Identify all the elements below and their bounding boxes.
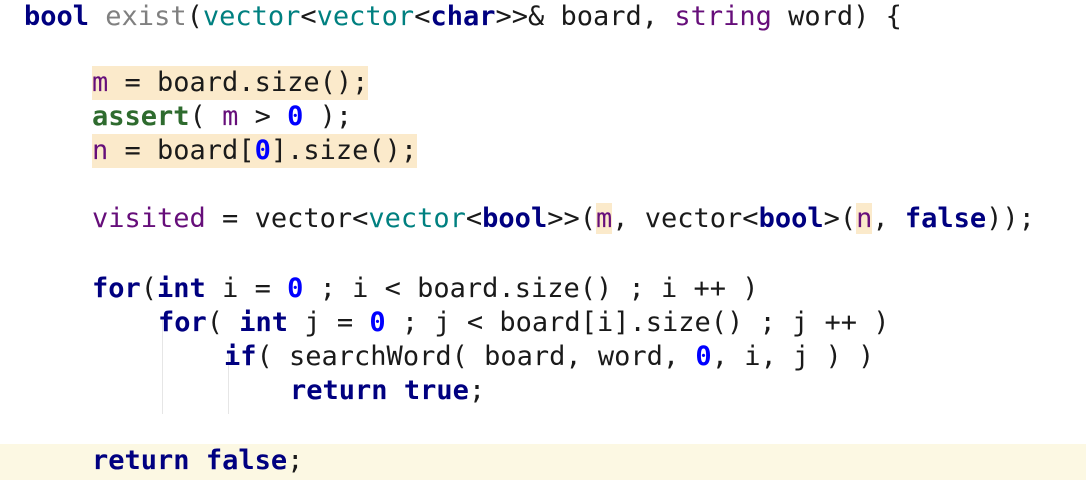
code-token: >>(	[547, 203, 596, 234]
code-token: vector	[368, 203, 466, 234]
code-token: <	[465, 203, 483, 234]
code-token: 0	[695, 341, 712, 372]
code-token: false	[904, 203, 987, 234]
code-token: , vector<	[612, 203, 759, 234]
code-token: );	[303, 101, 353, 132]
code-token: vector	[202, 1, 301, 32]
code-token: ( searchWord( board, word,	[256, 341, 696, 372]
code-token: bool	[482, 203, 548, 234]
code-token: (	[186, 1, 203, 32]
code-token: ));	[986, 203, 1035, 234]
code-token: i =	[205, 273, 288, 304]
code-editor[interactable]: bool exist(vector<vector<char>>& board, …	[0, 0, 1086, 486]
code-line-return-true[interactable]: return true;	[290, 374, 485, 408]
code-token: ;	[468, 375, 486, 406]
code-token: return	[92, 445, 190, 476]
code-token: (	[140, 273, 158, 304]
code-token: vector	[316, 1, 415, 32]
code-token: >>& board,	[495, 1, 675, 32]
code-token: ;	[287, 445, 304, 476]
code-token: 0	[369, 307, 386, 338]
code-token: bool	[758, 203, 824, 234]
code-token: for	[158, 307, 207, 338]
code-token: n	[92, 135, 109, 166]
code-token: 0	[254, 135, 271, 166]
code-line-assign-n[interactable]: n = board[0].size();	[92, 134, 418, 168]
code-token: word) {	[771, 1, 902, 32]
code-token: ].size();	[270, 135, 418, 166]
code-token: m	[595, 203, 613, 234]
code-token: (	[189, 101, 223, 132]
code-token: bool	[24, 1, 90, 32]
code-token: ; i < board.size() ; i ++ )	[303, 273, 759, 304]
code-token: 0	[287, 273, 304, 304]
code-token: <	[300, 1, 317, 32]
code-line-if-search[interactable]: if( searchWord( board, word, 0, i, j ) )	[224, 340, 874, 374]
code-token: visited	[92, 203, 206, 234]
code-line-return-false[interactable]: return false;	[92, 444, 303, 478]
code-line-for-i[interactable]: for(int i = 0 ; i < board.size() ; i ++ …	[92, 272, 759, 306]
code-token: <	[414, 1, 431, 32]
code-token: exist	[105, 1, 187, 32]
code-token: >	[238, 101, 288, 132]
code-token: for	[92, 273, 141, 304]
code-token: if	[224, 341, 257, 372]
code-token: (	[206, 307, 240, 338]
code-token: string	[674, 1, 772, 32]
code-line-assert[interactable]: assert( m > 0 );	[92, 100, 352, 134]
code-token: return	[290, 375, 388, 406]
code-token: n	[856, 203, 873, 234]
code-token: m	[222, 101, 239, 132]
code-token: assert	[92, 101, 190, 132]
code-token: >(	[823, 203, 857, 234]
code-token: j =	[288, 307, 370, 338]
code-token: = board.size();	[108, 67, 369, 98]
code-token: = vector<	[205, 203, 369, 234]
code-line-visited[interactable]: visited = vector<vector<bool>>(m, vector…	[92, 202, 1035, 236]
code-token: false	[205, 445, 288, 476]
code-token: char	[430, 1, 496, 32]
code-token: , i, j ) )	[711, 341, 875, 372]
code-token: ; j < board[i].size() ; j ++ )	[385, 307, 890, 338]
code-token: int	[157, 273, 206, 304]
code-line-for-j[interactable]: for( int j = 0 ; j < board[i].size() ; j…	[158, 306, 890, 340]
code-line-signature[interactable]: bool exist(vector<vector<char>>& board, …	[24, 0, 902, 34]
code-token: ,	[872, 203, 905, 234]
code-line-assign-m[interactable]: m = board.size();	[92, 66, 369, 100]
code-token: m	[92, 67, 109, 98]
code-token: = board[	[108, 135, 255, 166]
code-token: true	[403, 375, 469, 406]
code-token: 0	[287, 101, 304, 132]
code-token: int	[239, 307, 289, 338]
